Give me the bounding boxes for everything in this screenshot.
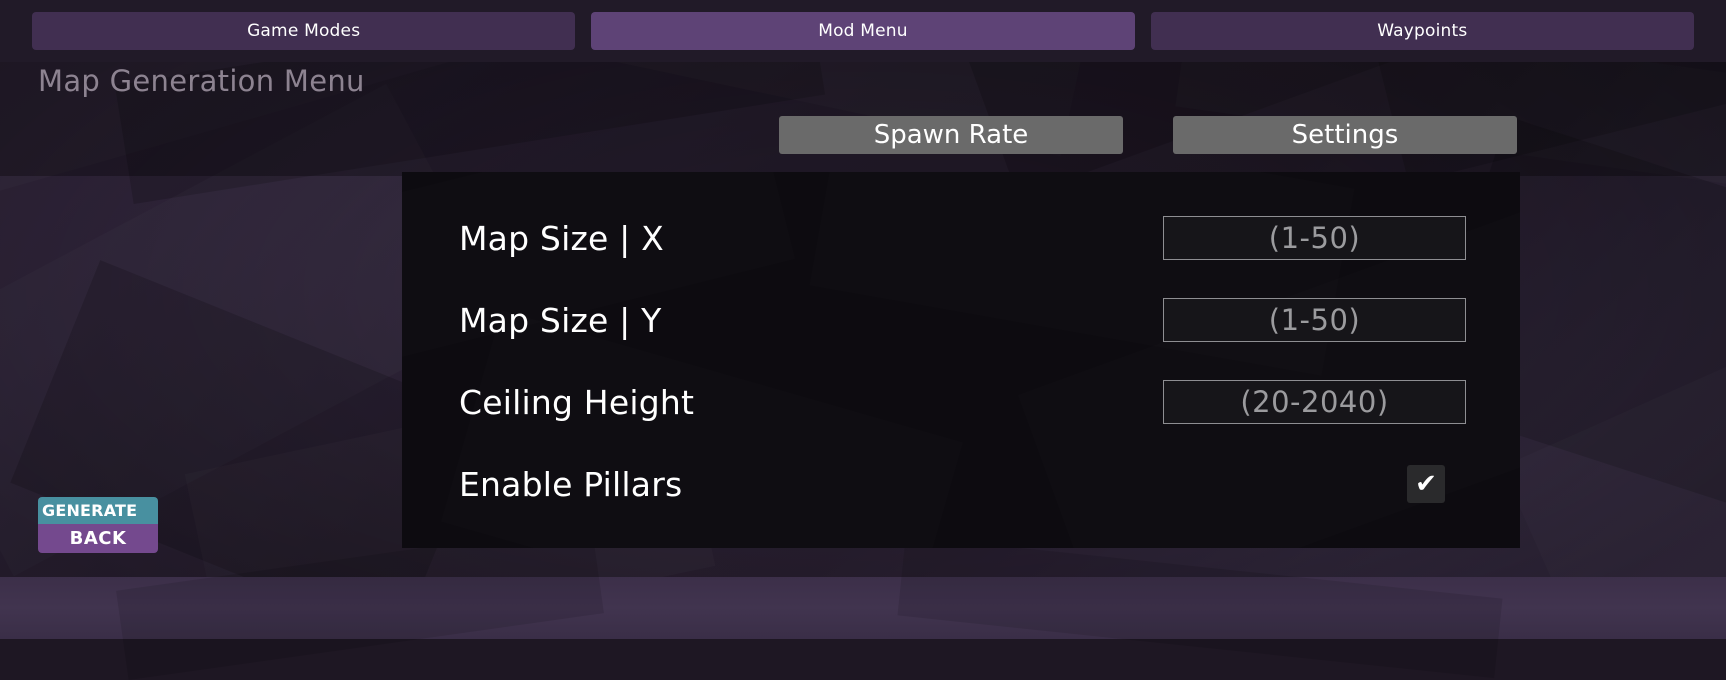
tab-label: Game Modes (247, 21, 361, 41)
table-row: Ceiling Height (20-2040) (402, 361, 1520, 443)
back-button[interactable]: BACK (38, 524, 158, 553)
map-size-x-placeholder: (1-50) (1268, 221, 1361, 255)
map-size-x-input[interactable]: (1-50) (1163, 216, 1466, 260)
spawn-rate-label: Spawn Rate (873, 120, 1029, 150)
tab-label: Mod Menu (818, 21, 908, 41)
settings-button[interactable]: Settings (1173, 116, 1517, 154)
generate-label: GENERATE (42, 501, 138, 520)
ceiling-height-input[interactable]: (20-2040) (1163, 380, 1466, 424)
ceiling-height-placeholder: (20-2040) (1240, 385, 1389, 419)
tab-waypoints[interactable]: Waypoints (1150, 12, 1694, 50)
row-label: Map Size | Y (459, 300, 662, 340)
enable-pillars-checkbox[interactable]: ✔ (1407, 465, 1445, 503)
back-label: BACK (69, 528, 127, 549)
row-label: Map Size | X (459, 218, 664, 258)
tab-game-modes[interactable]: Game Modes (32, 12, 576, 50)
settings-label: Settings (1291, 120, 1399, 150)
map-generation-panel: Map Size | X (1-50) Map Size | Y (1-50) … (402, 172, 1520, 548)
table-row: Map Size | X (1-50) (402, 197, 1520, 279)
row-label: Ceiling Height (459, 382, 695, 422)
map-size-y-placeholder: (1-50) (1268, 303, 1361, 337)
checkmark-icon: ✔ (1415, 469, 1437, 499)
map-size-y-input[interactable]: (1-50) (1163, 298, 1466, 342)
top-tab-bar: Game Modes Mod Menu Waypoints (0, 0, 1726, 62)
footer-strip (0, 524, 1726, 680)
tab-label: Waypoints (1377, 21, 1468, 41)
table-row: Map Size | Y (1-50) (402, 279, 1520, 361)
spawn-rate-button[interactable]: Spawn Rate (779, 116, 1123, 154)
tab-mod-menu[interactable]: Mod Menu (591, 12, 1135, 50)
table-row: Enable Pillars ✔ (402, 443, 1520, 525)
page-title: Map Generation Menu (38, 64, 365, 98)
row-label: Enable Pillars (459, 464, 683, 504)
generate-button[interactable]: GENERATE (38, 497, 158, 524)
action-button-stack: GENERATE BACK (38, 497, 158, 553)
